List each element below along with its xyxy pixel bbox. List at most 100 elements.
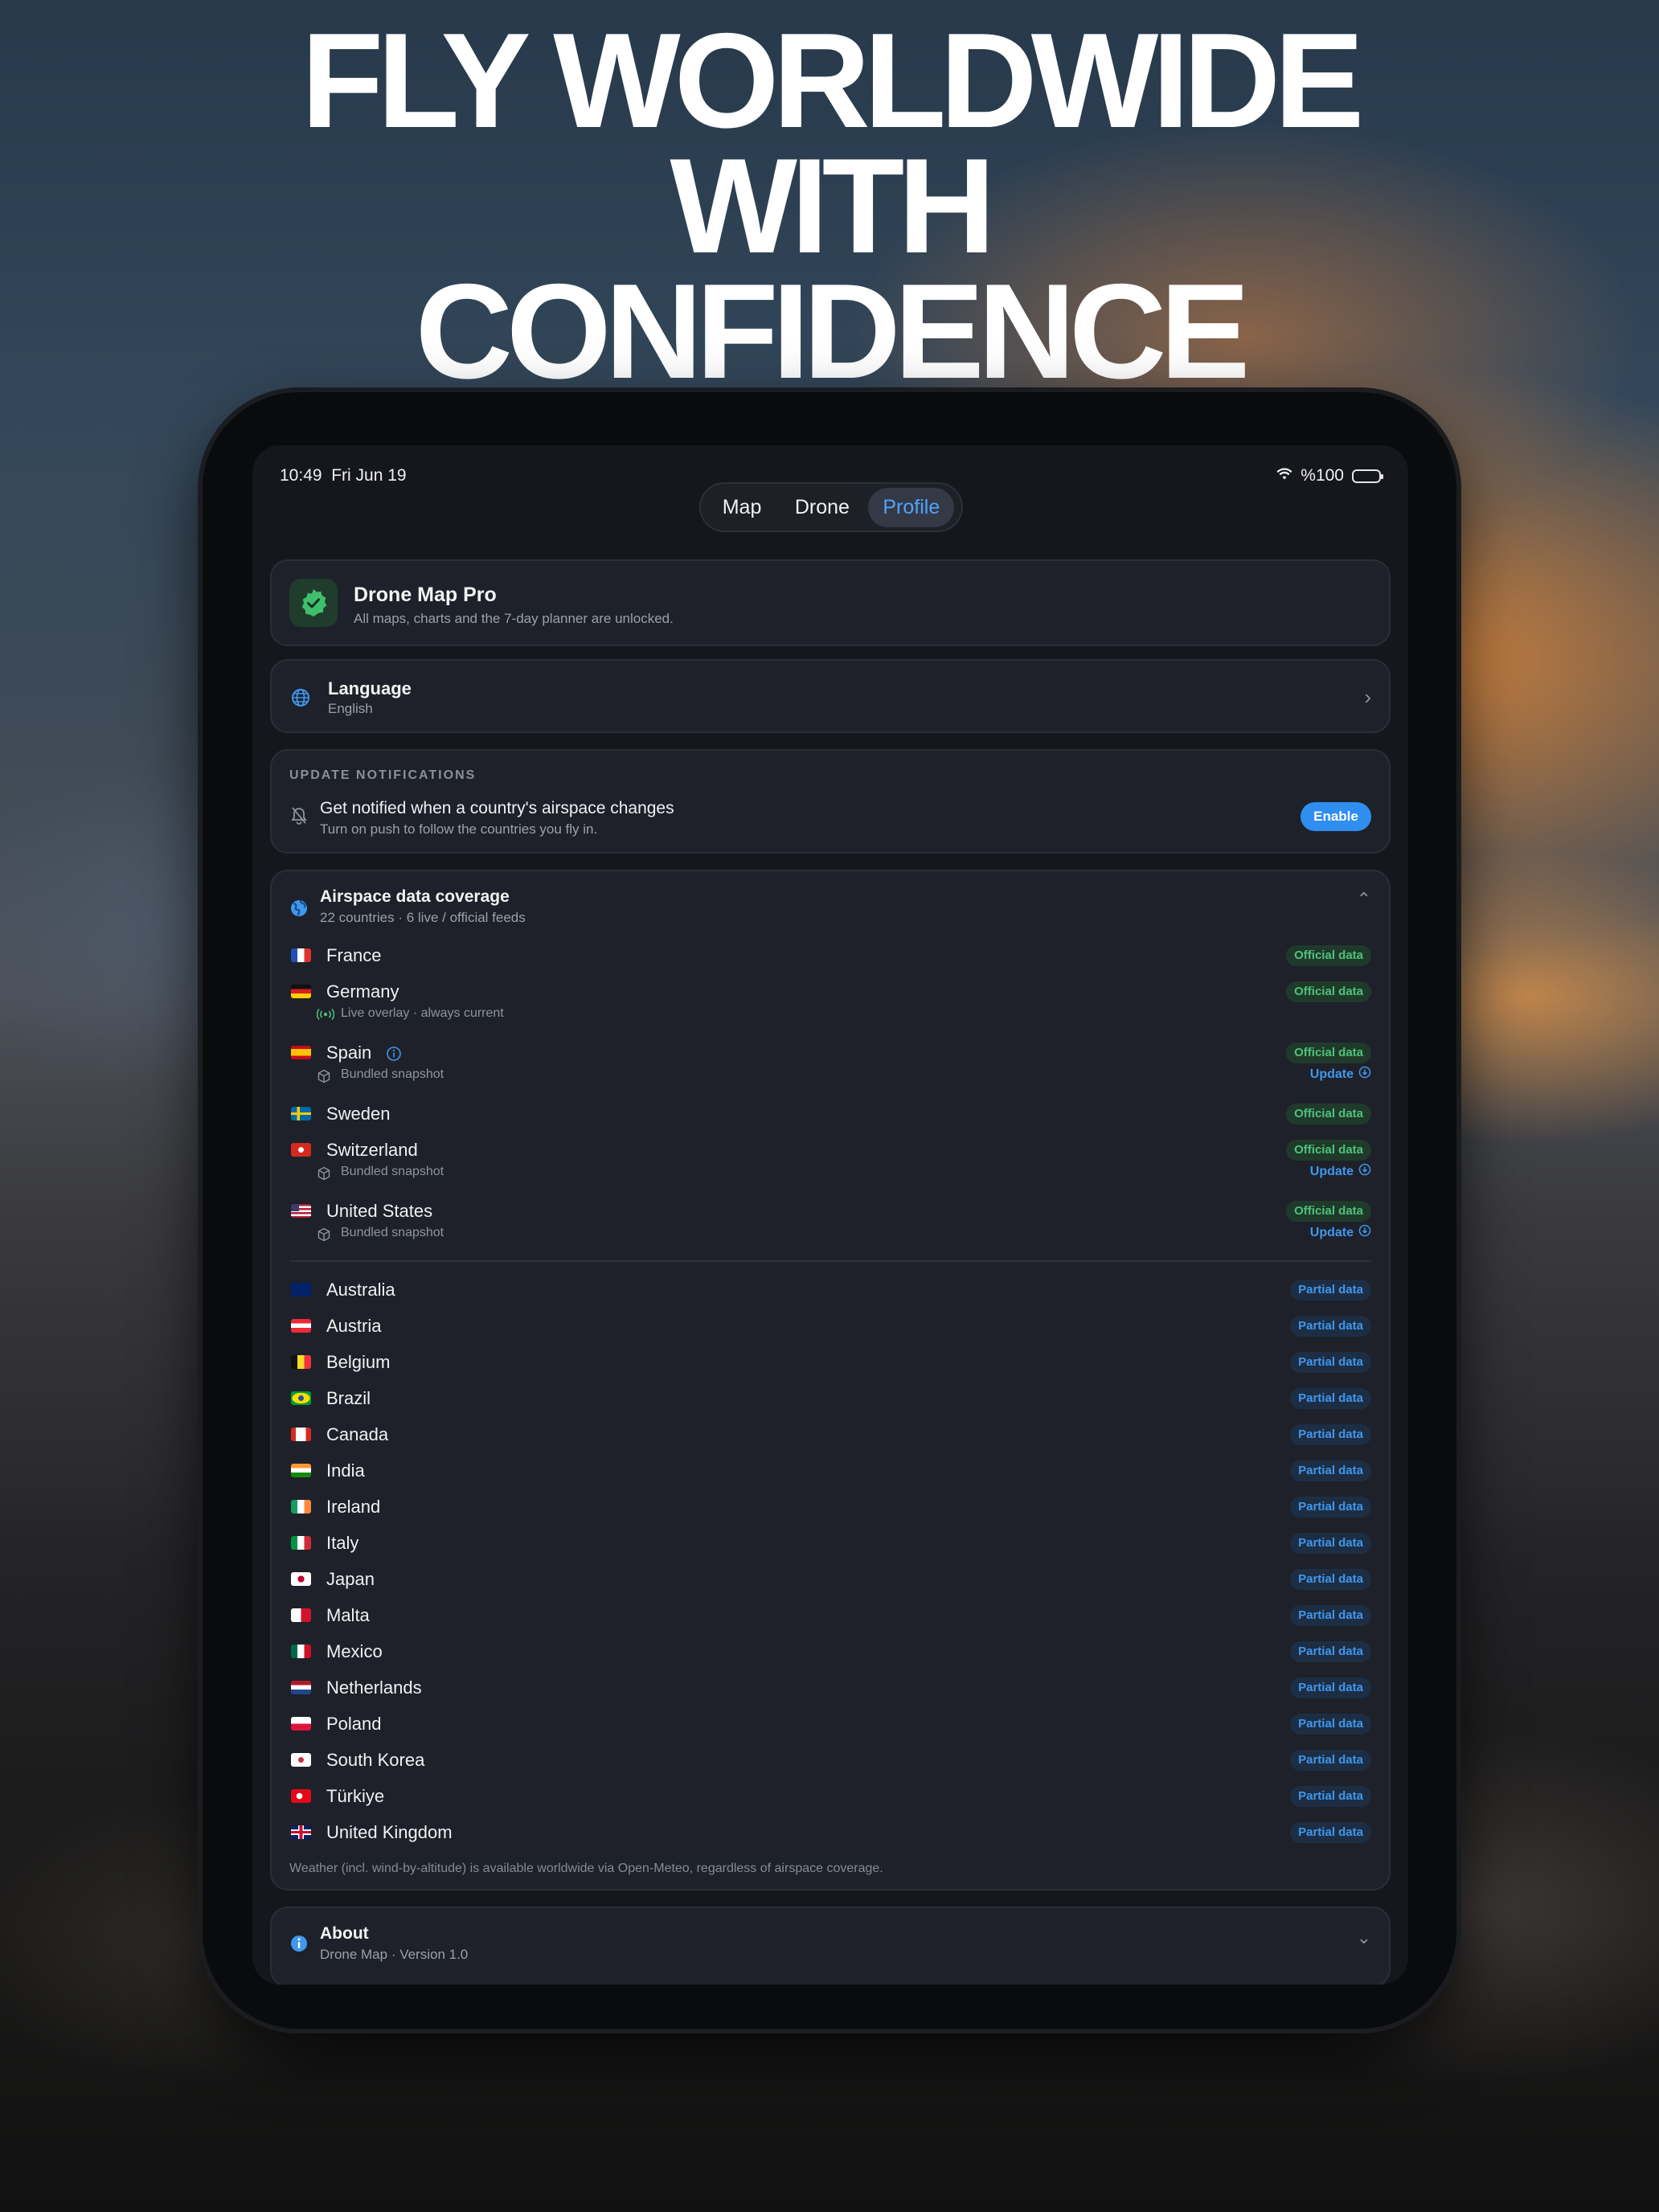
country-row-malta[interactable]: Malta Partial data (272, 1600, 1389, 1636)
enable-notifications-button[interactable]: Enable (1301, 802, 1371, 831)
language-value: English (328, 701, 373, 716)
official-data-badge: Official data (1286, 1104, 1371, 1124)
country-name: Japan (326, 1569, 375, 1589)
country-note: Live overlay · always current (341, 1006, 504, 1020)
headline-line-2: WITH (670, 130, 995, 281)
mexico-flag-icon (291, 1645, 311, 1658)
country-note: Bundled snapshot (341, 1067, 444, 1081)
wifi-icon (1276, 466, 1292, 485)
download-circle-icon (1358, 1224, 1371, 1241)
partial-data-badge: Partial data (1290, 1569, 1371, 1590)
country-name: India (326, 1460, 365, 1481)
sweden-flag-icon (291, 1107, 311, 1120)
country-name: Italy (326, 1533, 359, 1553)
package-box-icon (317, 1069, 331, 1088)
united-kingdom-flag-icon (291, 1825, 311, 1839)
country-row-brazil[interactable]: Brazil Partial data (272, 1383, 1389, 1419)
country-row-france[interactable]: France Official data (272, 940, 1389, 976)
country-name: Ireland (326, 1497, 381, 1517)
country-note-row: Live overlay · always current (272, 1005, 1389, 1026)
pro-title: Drone Map Pro (354, 584, 497, 606)
country-name: Canada (326, 1424, 389, 1444)
country-row-sweden[interactable]: Sweden Official data (272, 1099, 1389, 1134)
update-label: Update (1309, 1067, 1354, 1081)
tab-map[interactable]: Map (708, 488, 776, 527)
partial-data-badge: Partial data (1290, 1497, 1371, 1518)
update-label: Update (1309, 1164, 1354, 1178)
australia-flag-icon (291, 1283, 311, 1296)
chevron-up-icon[interactable]: ⌃ (1357, 889, 1371, 910)
country-row-india[interactable]: India Partial data (272, 1456, 1389, 1491)
country-name: Poland (326, 1714, 382, 1734)
globe-icon (291, 688, 310, 711)
country-row-japan[interactable]: Japan Partial data (272, 1564, 1389, 1600)
partial-data-badge: Partial data (1290, 1280, 1371, 1301)
info-icon[interactable] (386, 1046, 402, 1066)
tab-drone[interactable]: Drone (780, 488, 864, 527)
earth-icon (289, 899, 309, 922)
country-name: United States (326, 1201, 433, 1221)
country-row-canada[interactable]: Canada Partial data (272, 1419, 1389, 1455)
battery-icon (1352, 469, 1383, 483)
country-name: Sweden (326, 1104, 391, 1124)
partial-data-badge: Partial data (1290, 1786, 1371, 1807)
partial-data-badge: Partial data (1290, 1677, 1371, 1698)
brazil-flag-icon (291, 1391, 311, 1405)
country-row-netherlands[interactable]: Netherlands Partial data (272, 1673, 1389, 1708)
country-row-ireland[interactable]: Ireland Partial data (272, 1492, 1389, 1527)
weather-footnote: Weather (incl. wind-by-altitude) is avai… (289, 1862, 883, 1875)
package-box-icon (317, 1166, 331, 1185)
netherlands-flag-icon (291, 1681, 311, 1694)
country-name: Türkiye (326, 1786, 385, 1806)
battery-percent: %100 (1301, 466, 1344, 485)
notifications-title: Get notified when a country's airspace c… (320, 799, 674, 817)
tab-switcher: Map Drone Profile (699, 482, 963, 532)
india-flag-icon (291, 1464, 311, 1477)
app-screen: 10:49 Fri Jun 19 %100 Map Drone Profile … (252, 445, 1408, 1985)
country-note-row: Bundled snapshot Update (272, 1224, 1389, 1245)
country-row-belgium[interactable]: Belgium Partial data (272, 1347, 1389, 1382)
update-label: Update (1309, 1225, 1354, 1239)
status-time: 10:49 (280, 466, 322, 485)
country-row-austria[interactable]: Austria Partial data (272, 1311, 1389, 1346)
country-row-t-rkiye[interactable]: Türkiye Partial data (272, 1781, 1389, 1817)
coverage-subtitle: 22 countries · 6 live / official feeds (320, 910, 526, 925)
about-title: About (320, 1924, 369, 1943)
partial-data-badge: Partial data (1290, 1750, 1371, 1771)
language-title: Language (328, 678, 412, 698)
country-name: Austria (326, 1316, 382, 1336)
partial-data-badge: Partial data (1290, 1714, 1371, 1735)
malta-flag-icon (291, 1608, 311, 1622)
partial-data-badge: Partial data (1290, 1460, 1371, 1481)
language-row[interactable]: Language English › (270, 659, 1391, 733)
country-row-italy[interactable]: Italy Partial data (272, 1528, 1389, 1563)
status-date: Fri Jun 19 (331, 466, 407, 485)
country-row-united-kingdom[interactable]: United Kingdom Partial data (272, 1817, 1389, 1853)
partial-data-badge: Partial data (1290, 1388, 1371, 1409)
country-note: Bundled snapshot (341, 1165, 444, 1178)
partial-data-badge: Partial data (1290, 1352, 1371, 1373)
notifications-subtitle: Turn on push to follow the countries you… (320, 821, 598, 837)
about-row[interactable]: About Drone Map · Version 1.0 ⌄ (270, 1907, 1391, 1985)
tab-profile[interactable]: Profile (868, 487, 955, 527)
country-row-mexico[interactable]: Mexico Partial data (272, 1636, 1389, 1672)
united-states-flag-icon (291, 1204, 311, 1218)
japan-flag-icon (291, 1572, 311, 1586)
chevron-right-icon: › (1364, 685, 1371, 709)
update-snapshot-button[interactable]: Update (1310, 1066, 1371, 1083)
country-row-south-korea[interactable]: South Korea Partial data (272, 1745, 1389, 1780)
austria-flag-icon (291, 1319, 311, 1333)
country-row-poland[interactable]: Poland Partial data (272, 1709, 1389, 1744)
update-notifications-card: UPDATE NOTIFICATIONS Get notified when a… (270, 749, 1391, 854)
coverage-title: Airspace data coverage (320, 887, 510, 906)
canada-flag-icon (291, 1428, 311, 1441)
country-row-australia[interactable]: Australia Partial data (272, 1275, 1389, 1310)
country-name: Mexico (326, 1641, 383, 1661)
about-subtitle: Drone Map · Version 1.0 (320, 1947, 469, 1962)
update-snapshot-button[interactable]: Update (1310, 1224, 1371, 1241)
country-note-row: Bundled snapshot Update (272, 1066, 1389, 1087)
country-name: Switzerland (326, 1140, 418, 1160)
update-snapshot-button[interactable]: Update (1310, 1163, 1371, 1180)
switzerland-flag-icon (291, 1143, 311, 1157)
italy-flag-icon (291, 1536, 311, 1550)
